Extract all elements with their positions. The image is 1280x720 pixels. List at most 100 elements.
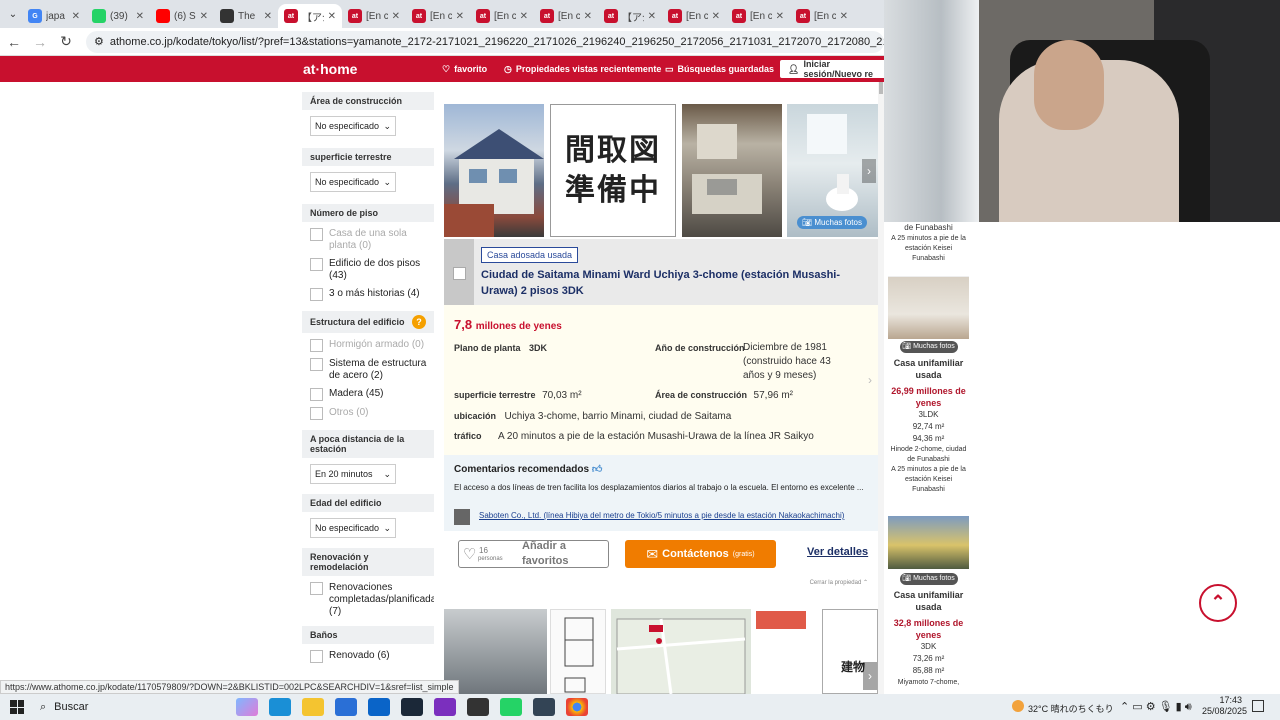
- tray-icons[interactable]: ⌃ ▭ ⚙ 🎙︎ ▮ 🔊︎: [1120, 700, 1192, 714]
- card2-photo[interactable]: [888, 516, 969, 569]
- weather-widget[interactable]: 32°C 晴れのちくもり: [1028, 702, 1114, 715]
- house-photo[interactable]: [444, 104, 544, 237]
- filter-checkbox[interactable]: Sistema de estructura de acero (2): [310, 358, 434, 382]
- close-tab-icon[interactable]: ✕: [648, 11, 656, 22]
- next-photo-arrow-icon[interactable]: ›: [863, 662, 877, 690]
- next-building-photo[interactable]: 建物 ›: [822, 609, 878, 694]
- whatsapp-icon[interactable]: [500, 698, 522, 716]
- next-map-photo[interactable]: [611, 609, 751, 694]
- copilot-icon[interactable]: [236, 698, 258, 716]
- steam-icon[interactable]: [401, 698, 423, 716]
- photo-strip[interactable]: 間取図準備中 › 📷︎ Muchas fotos: [444, 104, 878, 237]
- browser-tab[interactable]: at [En c ✕: [342, 4, 406, 28]
- edge-icon[interactable]: [269, 698, 291, 716]
- next-house-photo[interactable]: [444, 609, 547, 694]
- windows-start-icon[interactable]: [10, 700, 24, 714]
- floorplan-placeholder[interactable]: 間取図準備中: [550, 104, 676, 237]
- close-tab-icon[interactable]: ✕: [328, 11, 336, 22]
- checkbox-box[interactable]: [310, 650, 323, 663]
- close-tab-icon[interactable]: ✕: [72, 11, 80, 22]
- chrome-icon[interactable]: [566, 698, 588, 716]
- browser-tab[interactable]: at 【アジ ✕: [598, 4, 662, 28]
- back-icon[interactable]: ←: [2, 30, 26, 54]
- recommended-card-0[interactable]: de Funabashi A 25 minutos a pie de la es…: [888, 222, 969, 264]
- recommended-card-2[interactable]: 📷︎ Muchas fotos Casa unifamiliar usada 3…: [888, 516, 969, 694]
- browser-tab[interactable]: at [En c ✕: [662, 4, 726, 28]
- obs-studio-icon[interactable]: [467, 698, 489, 716]
- favorito-link[interactable]: ♡ favorito: [442, 64, 487, 75]
- file-explorer-icon[interactable]: [302, 698, 324, 716]
- browser-tab[interactable]: at [En c ✕: [406, 4, 470, 28]
- tab-search-icon[interactable]: ⌄: [4, 5, 22, 23]
- reload-icon[interactable]: ↻: [54, 30, 78, 54]
- browser-tab[interactable]: (6) S ✕: [150, 4, 214, 28]
- close-tab-icon[interactable]: ✕: [456, 11, 464, 22]
- checkbox-box[interactable]: [310, 288, 323, 301]
- scrollbar-thumb[interactable]: [879, 82, 883, 94]
- toilet-photo[interactable]: › 📷︎ Muchas fotos: [787, 104, 878, 237]
- next-extra-photo[interactable]: [754, 609, 809, 694]
- area-select[interactable]: No especificado ⌄: [310, 116, 396, 136]
- listing-details[interactable]: 7,8 millones de yenes Plano de planta 3D…: [444, 305, 878, 455]
- site-info-icon[interactable]: ⚙: [94, 35, 104, 48]
- close-tab-icon[interactable]: ✕: [392, 11, 400, 22]
- browser-tab[interactable]: at 【アジ ✕: [278, 4, 342, 28]
- close-tab-icon[interactable]: ✕: [200, 11, 208, 22]
- next-photo-arrow-icon[interactable]: ›: [862, 159, 876, 183]
- kitchen-photo[interactable]: [682, 104, 782, 237]
- close-tab-icon[interactable]: ✕: [776, 11, 784, 22]
- forward-icon[interactable]: →: [28, 30, 52, 54]
- close-tab-icon[interactable]: ✕: [584, 11, 592, 22]
- listing-title[interactable]: Ciudad de Saitama Minami Ward Uchiya 3-c…: [481, 267, 873, 299]
- age-select[interactable]: No especificado ⌄: [310, 518, 396, 538]
- outlook-icon[interactable]: [368, 698, 390, 716]
- close-tab-icon[interactable]: ✕: [520, 11, 528, 22]
- agency-link[interactable]: Saboten Co., Ltd. (línea Hibiya del metr…: [479, 511, 844, 520]
- scroll-to-top-button[interactable]: ⌃: [1199, 584, 1237, 622]
- help-icon[interactable]: ?: [412, 315, 426, 329]
- renovation-checkbox[interactable]: Renovaciones completadas/planificadas (7…: [310, 582, 434, 618]
- next-listing-photos[interactable]: 建物 ›: [444, 609, 878, 694]
- checkbox-box[interactable]: [310, 258, 323, 271]
- url-field[interactable]: ⚙ athome.co.jp/kodate/tokyo/list/?pref=13…: [86, 30, 884, 53]
- browser-tab[interactable]: Gjapa ✕: [22, 4, 86, 28]
- saved-searches-link[interactable]: ▭ Búsquedas guardadas: [665, 64, 774, 75]
- checkbox-box[interactable]: [310, 388, 323, 401]
- browser-tab[interactable]: The ✕: [214, 4, 278, 28]
- recommended-card-1[interactable]: 📷︎ Muchas fotos Casa unifamiliar usada 2…: [888, 276, 969, 502]
- close-tab-icon[interactable]: ✕: [136, 11, 144, 22]
- filter-checkbox[interactable]: Edificio de dos pisos (43): [310, 258, 434, 282]
- renovado-checkbox[interactable]: Renovado (6): [310, 650, 434, 663]
- clock[interactable]: 17:43 25/08/2025: [1202, 695, 1247, 717]
- store-icon[interactable]: [335, 698, 357, 716]
- close-tab-icon[interactable]: ✕: [840, 11, 848, 22]
- compare-checkbox[interactable]: [453, 267, 466, 280]
- land-select[interactable]: No especificado ⌄: [310, 172, 396, 192]
- browser-tab[interactable]: at [En c ✕: [790, 4, 854, 28]
- close-tab-icon[interactable]: ✕: [712, 11, 720, 22]
- browser-tab[interactable]: at [En c ✕: [470, 4, 534, 28]
- checkbox-box[interactable]: [310, 582, 323, 595]
- athome-logo[interactable]: at·home: [303, 61, 357, 77]
- obs-icon[interactable]: [434, 698, 456, 716]
- contact-button[interactable]: ✉ Contáctenos (gratis): [625, 540, 776, 568]
- notification-icon[interactable]: [1252, 700, 1264, 712]
- next-floorplan-photo[interactable]: [550, 609, 606, 694]
- browser-tab[interactable]: at [En c ✕: [534, 4, 598, 28]
- taskbar-search[interactable]: ⌕ Buscar: [40, 696, 220, 718]
- view-details-link[interactable]: Ver detalles: [807, 546, 868, 558]
- card1-photo[interactable]: [888, 277, 969, 339]
- close-property-link[interactable]: Cerrar la propiedad ⌃: [810, 579, 868, 586]
- filter-checkbox[interactable]: 3 o más historias (4): [310, 288, 434, 301]
- browser-tab[interactable]: at [En c ✕: [726, 4, 790, 28]
- add-favorite-button[interactable]: ♡ 16 personas Añadir a favoritos: [458, 540, 609, 568]
- recently-viewed-link[interactable]: ◷ Propiedades vistas recientemente: [504, 64, 661, 75]
- distance-select[interactable]: En 20 minutos ⌄: [310, 464, 396, 484]
- filter-checkbox[interactable]: Madera (45): [310, 388, 434, 401]
- login-button[interactable]: 👤︎ Iniciar sesión/Nuevo re: [780, 59, 890, 79]
- steam-alt-icon[interactable]: [533, 698, 555, 716]
- browser-tab[interactable]: (39) ✕: [86, 4, 150, 28]
- listing-title-bar[interactable]: Casa adosada usada Ciudad de Saitama Min…: [474, 239, 878, 305]
- checkbox-box[interactable]: [310, 358, 323, 371]
- close-tab-icon[interactable]: ✕: [264, 11, 272, 22]
